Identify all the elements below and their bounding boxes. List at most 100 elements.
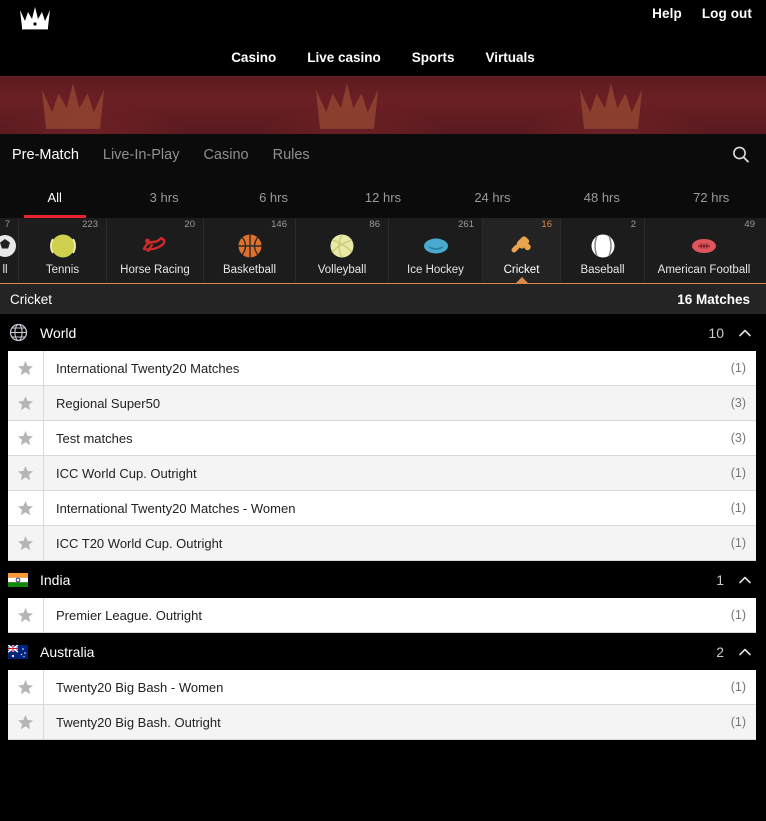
favorite-star-icon[interactable] bbox=[8, 670, 44, 704]
favorite-star-icon[interactable] bbox=[8, 351, 44, 385]
sport-item-volleyball[interactable]: 86 Volleyball bbox=[296, 218, 389, 282]
league-list-world: International Twenty20 Matches (1) Regio… bbox=[0, 351, 766, 561]
logout-link[interactable]: Log out bbox=[702, 6, 752, 21]
time-filter-bar: All 3 hrs 6 hrs 12 hrs 24 hrs 48 hrs 72 … bbox=[0, 176, 766, 218]
league-count: (1) bbox=[730, 361, 746, 375]
favorite-star-icon[interactable] bbox=[8, 705, 44, 739]
sport-item-ice-hockey[interactable]: 261 Ice Hockey bbox=[389, 218, 483, 282]
banner-crown-icon bbox=[28, 79, 118, 134]
league-count: (1) bbox=[730, 536, 746, 550]
tab-casino[interactable]: Casino bbox=[203, 147, 248, 163]
region-name: Australia bbox=[40, 643, 95, 660]
american-football-icon bbox=[689, 231, 719, 261]
league-count: (1) bbox=[730, 501, 746, 515]
table-row[interactable]: Regional Super50 (3) bbox=[8, 386, 756, 421]
sport-item-tennis[interactable]: 223 Tennis bbox=[19, 218, 107, 282]
time-filter-24hrs[interactable]: 24 hrs bbox=[438, 176, 547, 218]
sport-name: Ice Hockey bbox=[407, 264, 464, 276]
nav-item-casino[interactable]: Casino bbox=[231, 50, 276, 65]
sport-item-baseball[interactable]: 2 Baseball bbox=[561, 218, 645, 282]
region-header-india[interactable]: India 1 bbox=[0, 561, 766, 598]
league-count: (3) bbox=[730, 396, 746, 410]
search-icon[interactable] bbox=[730, 144, 752, 166]
football-icon bbox=[0, 231, 20, 261]
sport-title-bar: Cricket 16 Matches bbox=[0, 284, 766, 314]
region-count: 10 bbox=[708, 324, 724, 341]
league-name: International Twenty20 Matches bbox=[56, 360, 240, 376]
tennis-ball-icon bbox=[48, 231, 78, 261]
basketball-icon bbox=[235, 231, 265, 261]
league-name: Premier League. Outright bbox=[56, 607, 202, 623]
sport-name: Tennis bbox=[45, 264, 80, 276]
tab-rules[interactable]: Rules bbox=[273, 147, 310, 163]
time-filter-72hrs[interactable]: 72 hrs bbox=[657, 176, 766, 218]
page-title: Cricket bbox=[10, 291, 53, 307]
table-row[interactable]: Test matches (3) bbox=[8, 421, 756, 456]
table-row[interactable]: Twenty20 Big Bash - Women (1) bbox=[8, 670, 756, 705]
favorite-star-icon[interactable] bbox=[8, 491, 44, 525]
favorite-star-icon[interactable] bbox=[8, 386, 44, 420]
sport-item-horse-racing[interactable]: 20 Horse Racing bbox=[107, 218, 204, 282]
favorite-star-icon[interactable] bbox=[8, 421, 44, 455]
sport-item-cricket[interactable]: 16 Cricket bbox=[483, 218, 561, 282]
nav-item-live-casino[interactable]: Live casino bbox=[307, 50, 381, 65]
league-count: (1) bbox=[730, 715, 746, 729]
sport-name: ll bbox=[2, 264, 8, 276]
top-bar: Help Log out bbox=[0, 0, 766, 38]
league-name: Twenty20 Big Bash - Women bbox=[56, 679, 224, 695]
baseball-icon bbox=[588, 231, 618, 261]
favorite-star-icon[interactable] bbox=[8, 526, 44, 560]
sport-count: 7 bbox=[4, 219, 10, 230]
chevron-up-icon[interactable] bbox=[738, 573, 752, 587]
sport-item-basketball[interactable]: 146 Basketball bbox=[204, 218, 296, 282]
nav-item-virtuals[interactable]: Virtuals bbox=[486, 50, 535, 65]
league-count: (1) bbox=[730, 466, 746, 480]
table-row[interactable]: International Twenty20 Matches - Women (… bbox=[8, 491, 756, 526]
table-row[interactable]: ICC T20 World Cup. Outright (1) bbox=[8, 526, 756, 561]
chevron-up-icon[interactable] bbox=[738, 645, 752, 659]
sport-count: 49 bbox=[744, 219, 755, 230]
section-tabs: Pre-Match Live-In-Play Casino Rules bbox=[0, 134, 766, 176]
nav-item-sports[interactable]: Sports bbox=[412, 50, 455, 65]
sport-name: Baseball bbox=[580, 264, 625, 276]
league-count: (1) bbox=[730, 680, 746, 694]
ice-hockey-puck-icon bbox=[421, 231, 451, 261]
table-row[interactable]: ICC World Cup. Outright (1) bbox=[8, 456, 756, 491]
league-name: ICC World Cup. Outright bbox=[56, 465, 197, 481]
tab-pre-match[interactable]: Pre-Match bbox=[12, 147, 79, 163]
banner-crown-icon bbox=[566, 79, 656, 134]
sport-name: Basketball bbox=[222, 264, 277, 276]
main-nav: Casino Live casino Sports Virtuals bbox=[0, 38, 766, 76]
promo-banner bbox=[0, 76, 766, 134]
sport-name: Cricket bbox=[503, 264, 540, 276]
table-row[interactable]: Twenty20 Big Bash. Outright (1) bbox=[8, 705, 756, 740]
region-header-world[interactable]: World 10 bbox=[0, 314, 766, 351]
league-count: (3) bbox=[730, 431, 746, 445]
sport-count: 2 bbox=[630, 219, 636, 230]
help-link[interactable]: Help bbox=[652, 6, 682, 21]
favorite-star-icon[interactable] bbox=[8, 598, 44, 632]
volleyball-icon bbox=[327, 231, 357, 261]
sport-count: 223 bbox=[82, 219, 98, 230]
region-count: 2 bbox=[716, 643, 724, 660]
region-header-australia[interactable]: Australia 2 bbox=[0, 633, 766, 670]
table-row[interactable]: Premier League. Outright (1) bbox=[8, 598, 756, 633]
sport-item-football[interactable]: 7 ll bbox=[0, 218, 19, 282]
chevron-up-icon[interactable] bbox=[738, 326, 752, 340]
time-filter-3hrs[interactable]: 3 hrs bbox=[109, 176, 218, 218]
sport-name: Horse Racing bbox=[120, 264, 190, 276]
sport-item-american-football[interactable]: 49 American Football bbox=[645, 218, 763, 282]
tab-live-in-play[interactable]: Live-In-Play bbox=[103, 147, 180, 163]
sport-count: 261 bbox=[458, 219, 474, 230]
time-filter-12hrs[interactable]: 12 hrs bbox=[328, 176, 437, 218]
banner-crown-icon bbox=[302, 79, 392, 134]
australia-flag-icon bbox=[8, 644, 28, 659]
favorite-star-icon[interactable] bbox=[8, 456, 44, 490]
time-filter-6hrs[interactable]: 6 hrs bbox=[219, 176, 328, 218]
region-count: 1 bbox=[716, 571, 724, 588]
sports-carousel[interactable]: 7 ll 223 Tennis 20 Horse Racing 146 Bask… bbox=[0, 218, 766, 284]
time-filter-all[interactable]: All bbox=[0, 176, 109, 218]
table-row[interactable]: International Twenty20 Matches (1) bbox=[8, 351, 756, 386]
crown-logo-icon[interactable] bbox=[16, 2, 54, 34]
time-filter-48hrs[interactable]: 48 hrs bbox=[547, 176, 656, 218]
